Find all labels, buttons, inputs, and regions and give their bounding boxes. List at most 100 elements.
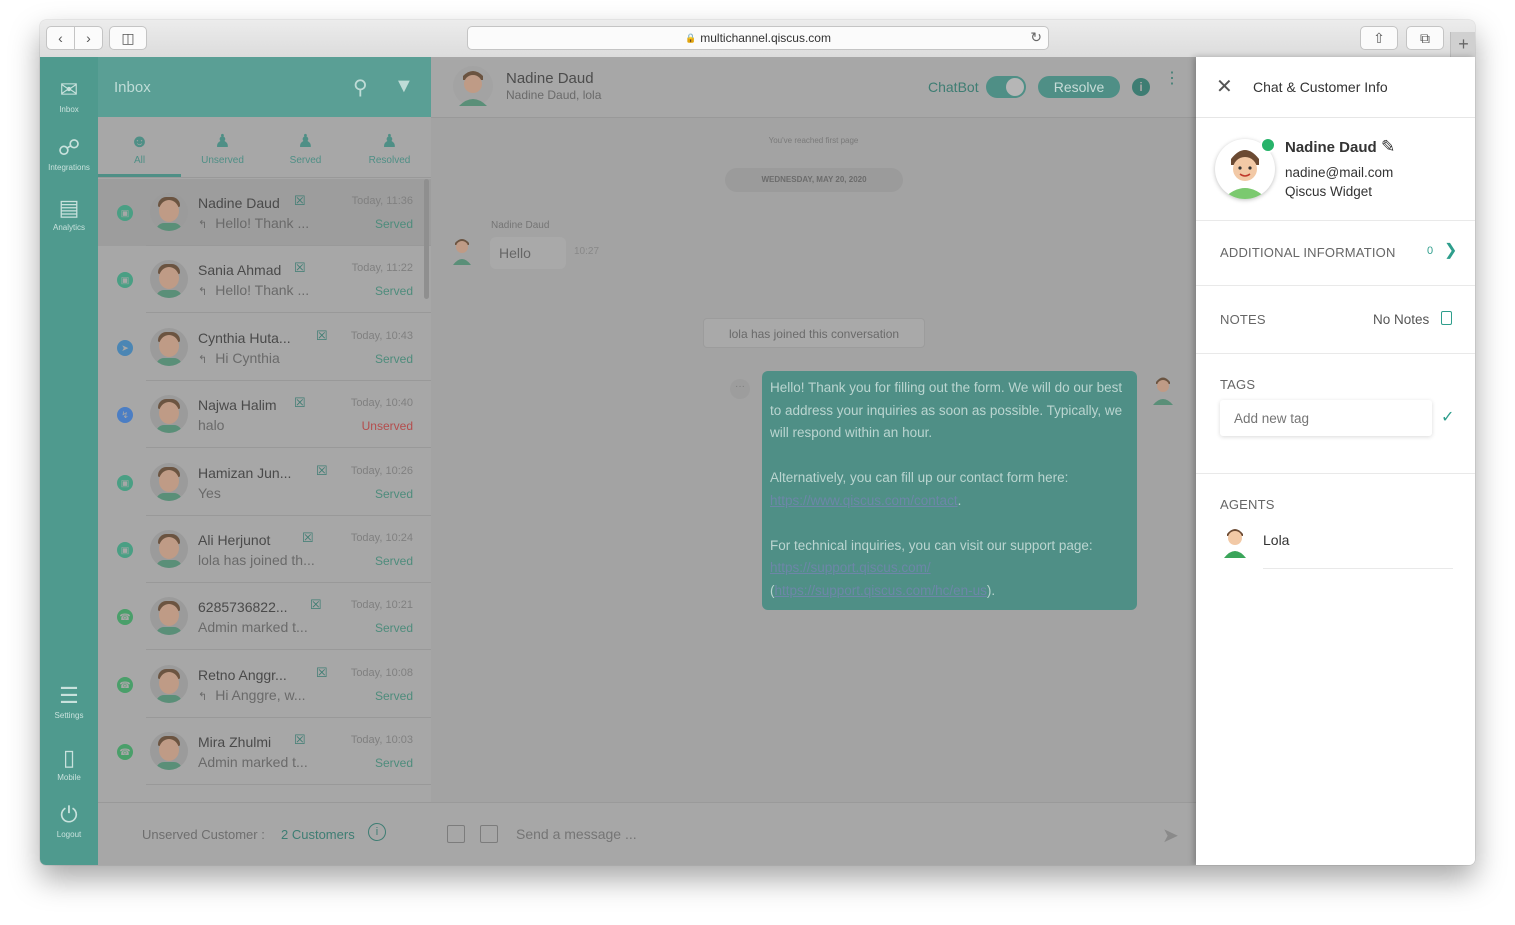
message-paragraph: Hello! Thank you for filling out the for… (770, 380, 1123, 440)
conversation-name: 6285736822... (198, 599, 288, 616)
row-divider (146, 784, 431, 786)
settings-icon: ☰ (59, 683, 79, 708)
conversation-row[interactable]: ☎ 6285736822... ☒ Admin marked t... Today, 1… (98, 583, 431, 651)
avatar (150, 530, 188, 568)
close-icon[interactable]: ✕ (1216, 74, 1233, 99)
back-icon[interactable]: ‹ (47, 27, 75, 49)
conversation-row[interactable]: ▣ Ali Herjunot ☒ lola has joined th... Today… (98, 516, 431, 583)
bot-icon: ☒ (316, 327, 328, 343)
bot-icon: ☒ (316, 664, 328, 680)
avatar (150, 597, 188, 636)
conversation-time: Today, 10:03 (350, 734, 413, 747)
avatar (150, 732, 188, 771)
conversation-row[interactable]: ↯ Najwa Halim ☒ halo Today, 10:40 Unserved (98, 381, 431, 449)
message-paragraph: (https://support.qiscus.com/hc/en-us). (770, 580, 1129, 603)
inbox-icon: ✉ (59, 77, 79, 102)
conversation-row[interactable]: ➤ Cynthia Huta... ☒ ↰ Hi Cynthia Today, 10:43… (98, 314, 431, 381)
sidebar-toggle-icon[interactable]: ◫ (109, 26, 147, 50)
divider (1196, 220, 1475, 221)
send-icon[interactable]: ➤ (1162, 823, 1179, 848)
status-badge: Served (374, 284, 413, 299)
divider (1196, 285, 1475, 286)
new-tab-button[interactable]: + (1450, 32, 1475, 57)
unserved-count-link[interactable]: 2 Customers (281, 827, 355, 842)
message-paragraph: Alternatively, you can fill up our conta… (770, 470, 1069, 485)
filter-icon[interactable]: ▼ (394, 75, 414, 98)
conversation-name: Cynthia Huta... (198, 329, 291, 346)
check-icon[interactable]: ✓ (1441, 407, 1454, 427)
rail-logout[interactable]: ⏻ Logout (40, 802, 98, 839)
bot-icon: ☒ (310, 597, 322, 613)
conversation-time: Today, 10:40 (350, 397, 413, 410)
support-hc-link[interactable]: https://support.qiscus.com/hc/en-us (775, 583, 987, 598)
rail-inbox[interactable]: ✉ Inbox (40, 77, 98, 114)
conversation-preview: ↰ Hi Anggre, w... (198, 687, 306, 703)
forward-icon[interactable]: › (75, 27, 102, 49)
unserved-label: Unserved Customer : (142, 827, 265, 842)
reply-icon: ↰ (198, 353, 208, 366)
outgoing-message: Hello! Thank you for filling out the for… (762, 371, 1137, 610)
avatar (150, 327, 188, 366)
customer-source: Qiscus Widget (1285, 184, 1373, 199)
contact-link[interactable]: https://www.qiscus.com/contact (770, 493, 958, 508)
divider (1196, 353, 1475, 354)
info-icon[interactable]: i (1132, 78, 1150, 96)
browser-window: ‹ › ◫ 🔒 multichannel.qiscus.com ↻ ⇧ ⧉ + … (40, 20, 1475, 865)
unserved-summary: Unserved Customer : 2 Customers i (98, 802, 431, 865)
edit-pencil-icon[interactable]: ✎ (1381, 137, 1395, 157)
chat-pane: Nadine Daud Nadine Daud, lola ChatBot Re… (431, 57, 1196, 865)
tab-label: Resolved (368, 155, 411, 166)
conversation-list-pane: Inbox ⚲ ▼ ☻ All ♟ Unserved ♟ Served ♟ Re… (98, 57, 432, 865)
message-composer: ➤ (431, 802, 1196, 865)
address-bar[interactable]: 🔒 multichannel.qiscus.com ↻ (467, 26, 1049, 50)
chevron-right-icon[interactable]: ❯ (1444, 240, 1457, 260)
rail-analytics[interactable]: ▤ Analytics (40, 195, 98, 232)
support-link[interactable]: https://support.qiscus.com/ (770, 560, 931, 575)
messenger-channel-icon: ↯ (117, 407, 133, 424)
conversation-time: Today, 10:21 (350, 599, 413, 612)
bot-icon: ☒ (294, 395, 306, 411)
app-body: ✉ Inbox ☍ Integrations ▤ Analytics ☰ Set… (40, 57, 1475, 865)
rail-settings[interactable]: ☰ Settings (40, 683, 98, 720)
add-tag-input[interactable] (1220, 400, 1432, 436)
more-vertical-icon[interactable]: ⋮ (1164, 71, 1180, 87)
tags-label: TAGS (1220, 377, 1256, 392)
info-icon[interactable]: i (368, 823, 386, 841)
bot-icon: ☒ (294, 260, 306, 276)
conversation-row[interactable]: ☎ Retno Anggr... ☒ ↰ Hi Anggre, w... Today, 1… (98, 651, 431, 718)
conversation-row[interactable]: ▣ Sania Ahmad ☒ ↰ Hello! Thank ... Today, 11:… (98, 246, 431, 314)
resolve-button[interactable]: Resolve (1038, 76, 1120, 98)
template-icon[interactable] (447, 825, 465, 843)
conversation-time: Today, 10:26 (350, 464, 413, 477)
notes-icon[interactable] (1441, 311, 1452, 325)
tab-resolved[interactable]: ♟ Resolved (348, 131, 431, 166)
chat-header: Nadine Daud Nadine Daud, lola ChatBot Re… (431, 57, 1196, 118)
reload-icon[interactable]: ↻ (1030, 29, 1042, 46)
additional-info-label[interactable]: ADDITIONAL INFORMATION (1220, 245, 1396, 260)
list-scrollbar[interactable] (424, 179, 429, 299)
status-filters: ☻ All ♟ Unserved ♟ Served ♟ Resolved (98, 117, 431, 178)
conversation-row[interactable]: ▣ Nadine Daud ☒ ↰ Hello! Thank ... Today, 11:… (98, 179, 431, 246)
conversation-preview: Admin marked t... (198, 619, 308, 635)
online-status-icon (1260, 137, 1276, 153)
chat-participants: Nadine Daud, lola (506, 88, 602, 102)
search-icon[interactable]: ⚲ (353, 75, 368, 100)
tabs-overview-icon[interactable]: ⧉ (1406, 26, 1444, 50)
tab-unserved[interactable]: ♟ Unserved (181, 131, 264, 166)
rail-integrations[interactable]: ☍ Integrations (40, 135, 98, 172)
status-badge: Served (374, 217, 413, 231)
nav-buttons: ‹ › (46, 26, 103, 50)
tab-label: Served (289, 155, 322, 166)
message-options-icon[interactable]: ··· (730, 379, 750, 399)
conversation-row[interactable]: ☎ Mira Zhulmi ☒ Admin marked t... Today, 10:… (98, 718, 431, 786)
chatbot-toggle[interactable] (986, 76, 1026, 98)
tab-all[interactable]: ☻ All (98, 131, 181, 166)
share-icon[interactable]: ⇧ (1360, 26, 1398, 50)
tab-served[interactable]: ♟ Served (264, 131, 347, 166)
rail-mobile[interactable]: ▯ Mobile (40, 745, 98, 782)
conversation-row[interactable]: ▣ Hamizan Jun... ☒ Yes Today, 10:26 Served (98, 449, 431, 516)
message-input[interactable] (514, 825, 1078, 843)
all-icon: ☻ (130, 131, 149, 151)
image-attach-icon[interactable] (480, 825, 498, 843)
agents-label: AGENTS (1220, 497, 1275, 512)
